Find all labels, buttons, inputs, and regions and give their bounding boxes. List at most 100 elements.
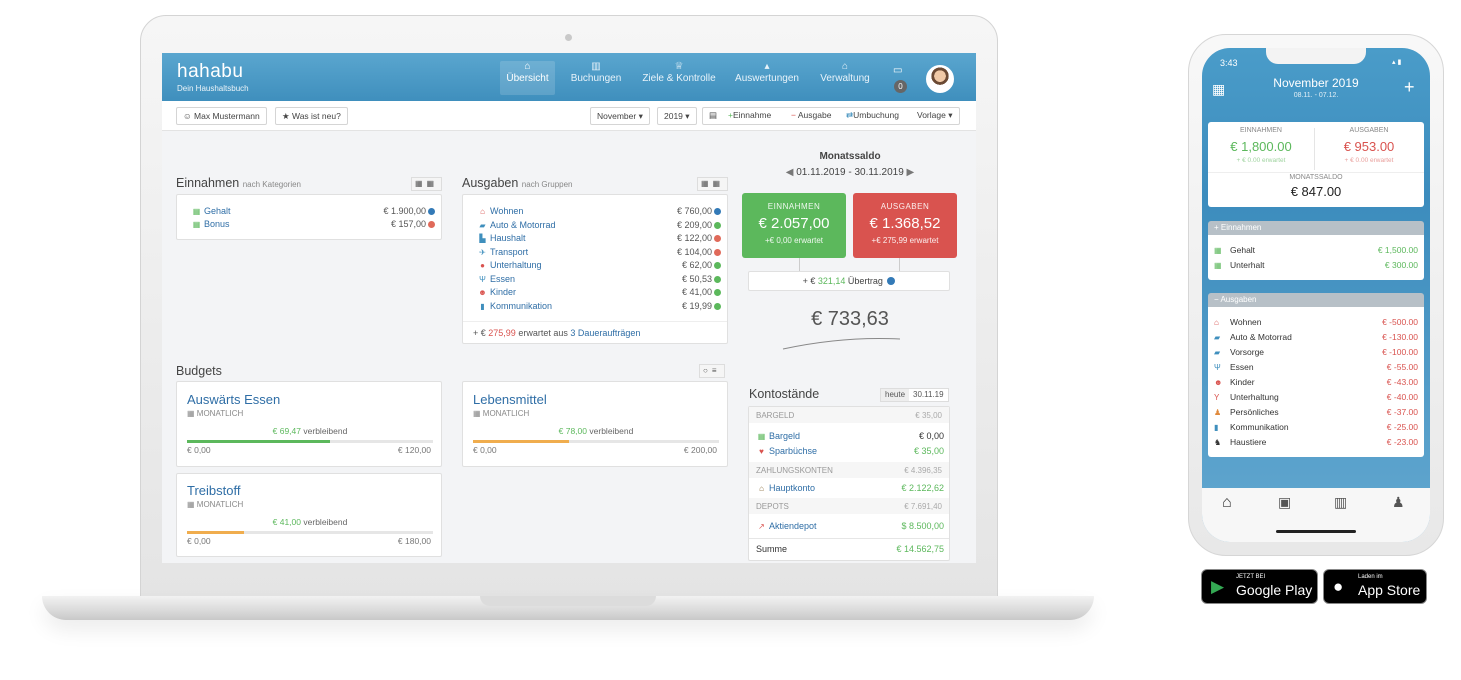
phone-row-value: € -37.00 (1386, 407, 1418, 417)
expense-row[interactable]: Ψ Essen € 50,53 (477, 273, 721, 286)
user-icon[interactable]: ♟ (1392, 494, 1405, 511)
expense-row[interactable]: ⌂ Wohnen € 760,00 (477, 205, 721, 218)
money-icon[interactable]: ▣ (1278, 494, 1291, 511)
money-icon: ▦ (1214, 246, 1222, 255)
nav-ziele[interactable]: ♕ Ziele & Kontrolle (638, 61, 720, 95)
play-icon: ▶ (1211, 577, 1225, 596)
stock-icon: ↗ (758, 522, 765, 531)
expense-value-wrap: € 62,00 (682, 259, 721, 272)
month-dropdown[interactable]: November ▾ (590, 107, 650, 125)
inbox-icon[interactable]: ▭ (893, 65, 902, 76)
next-period-icon[interactable]: ▶ (904, 167, 915, 178)
phone-expense-row[interactable]: ▰ Vorsorge € -100.00 (1208, 345, 1424, 360)
add-income-button[interactable]: +Einnahme (728, 107, 771, 125)
expense-value: € 104,00 (676, 246, 712, 257)
phone-expense-row[interactable]: ♟ Persönliches € -37.00 (1208, 405, 1424, 420)
saldo-expense-box[interactable]: AUSGABEN € 1.368,52 +€ 275,99 erwartet (853, 193, 957, 258)
budget-card[interactable]: Auswärts Essen ▦ MONATLICH € 69,47 verbl… (176, 381, 442, 467)
cutlery-icon: Ψ (479, 274, 486, 284)
phone-icon: ▮ (480, 301, 485, 311)
standing-orders-link[interactable]: 3 Daueraufträgen (570, 328, 640, 338)
account-row[interactable]: ↗ Aktiendepot $ 8.500,00 (756, 520, 944, 533)
bank-icon[interactable]: ▥ (1334, 494, 1347, 511)
income-row[interactable]: ▦ Bonus € 157,00 (191, 218, 435, 231)
phone-expense-row[interactable]: ▮ Kommunikation € -25.00 (1208, 420, 1424, 435)
nav-uebersicht[interactable]: ⌂ Übersicht (500, 61, 555, 95)
brand-logo[interactable]: hahabu (177, 61, 243, 83)
laptop-camera (565, 34, 572, 41)
income-view-toggle[interactable]: ▦▦ (411, 177, 443, 191)
phone-row-label: Kommunikation (1230, 422, 1289, 432)
info-icon[interactable] (887, 277, 896, 285)
home-icon[interactable]: ⌂ (1222, 494, 1232, 512)
account-row[interactable]: ♥ Sparbüchse € 35,00 (756, 445, 944, 458)
phone-income-row[interactable]: ▦ Gehalt € 1,500.00 (1208, 243, 1424, 258)
google-play-button[interactable]: ▶ JETZT BEI Google Play (1201, 569, 1318, 604)
laptop-notch (480, 596, 656, 606)
status-dot (714, 275, 721, 283)
accounts-title: Kontostände (749, 387, 820, 401)
calendar-icon: ▦ (187, 500, 197, 509)
nav-auswertungen[interactable]: ▴ Auswertungen (732, 61, 802, 95)
add-expense-button[interactable]: − Ausgabe (791, 107, 831, 125)
account-row[interactable]: ⌂ Hauptkonto € 2.122,62 (756, 482, 944, 495)
account-value: € 35,00 (913, 446, 944, 456)
budget-period: MONATLICH (482, 409, 530, 418)
expense-value: € 760,00 (676, 206, 712, 216)
apple-icon: ● (1333, 577, 1344, 596)
nav-verwaltung[interactable]: ⌂ Verwaltung (816, 61, 874, 95)
expense-value-wrap: € 50,53 (682, 273, 721, 286)
expense-view-toggle[interactable]: ▦▦ (697, 177, 729, 191)
phone-expense-row[interactable]: Y Unterhaltung € -40.00 (1208, 390, 1424, 405)
add-icon[interactable]: + (1404, 77, 1415, 98)
phone-expense-row[interactable]: ♞ Haustiere € -23.00 (1208, 435, 1424, 450)
remaining-label: verbleibend (589, 426, 634, 436)
budget-card[interactable]: Lebensmittel ▦ MONATLICH € 78,00 verblei… (462, 381, 728, 467)
document-icon[interactable]: ▤ (709, 107, 717, 125)
income-label: Bonus (204, 219, 230, 229)
budget-period: MONATLICH (196, 500, 244, 509)
income-row[interactable]: ▦ Gehalt € 1.900,00 (191, 205, 435, 218)
phone-expense-header[interactable]: − Ausgaben (1208, 293, 1424, 307)
user-icon: ☺ (183, 111, 195, 121)
user-button[interactable]: ☺ Max Mustermann (176, 107, 267, 125)
today-button[interactable]: heute (881, 389, 910, 401)
minus-icon: − (791, 110, 798, 120)
phone-expense-row[interactable]: ▰ Auto & Motorrad € -130.00 (1208, 330, 1424, 345)
expense-row[interactable]: ☻ Kinder € 41,00 (477, 286, 721, 299)
group-name: DEPOTS (756, 502, 789, 511)
expense-row[interactable]: ● Unterhaltung € 62,00 (477, 259, 721, 272)
budgets-view-toggle[interactable]: ○≡ (699, 364, 725, 378)
phone-income-row[interactable]: ▦ Unterhalt € 300.00 (1208, 258, 1424, 273)
budget-card[interactable]: Treibstoff ▦ MONATLICH € 41,00 verbleibe… (176, 473, 442, 557)
budget-remaining: € 41,00 verbleibend (177, 517, 443, 527)
prev-period-icon[interactable]: ◀ (786, 167, 796, 178)
phone-income-header[interactable]: + Einnahmen (1208, 221, 1424, 235)
avatar[interactable] (926, 65, 954, 93)
expense-label: Transport (490, 246, 529, 257)
phone-expense-row[interactable]: ☻ Kinder € -43.00 (1208, 375, 1424, 390)
transfer-button[interactable]: ⇄Umbuchung (846, 107, 899, 125)
year-dropdown[interactable]: 2019 ▾ (657, 107, 697, 125)
phone-row-label: Persönliches (1230, 407, 1279, 417)
whats-new-button[interactable]: ★ Was ist neu? (275, 107, 348, 125)
nav-buchungen[interactable]: ▥ Buchungen (566, 61, 626, 95)
saldo-income-box[interactable]: EINNAHMEN € 2.057,00 +€ 0,00 erwartet (742, 193, 846, 258)
expense-row[interactable]: ✈ Transport € 104,00 (477, 246, 721, 259)
expense-row[interactable]: ▙ Haushalt € 122,00 (477, 232, 721, 245)
accounts-sum-row: Summe € 14.562,75 (756, 543, 944, 556)
template-dropdown[interactable]: Vorlage ▾ (917, 107, 952, 125)
phone-expense-expected: + € 0.00 erwartet (1344, 157, 1394, 164)
piggy-icon: ♥ (759, 447, 764, 456)
accounts-date-picker[interactable]: heute 30.11.19 (880, 388, 949, 402)
income-section-title: Einnahmen nach Kategorien (176, 176, 301, 190)
phone-row-value: € -43.00 (1386, 377, 1418, 387)
account-row[interactable]: ▦ Bargeld € 0,00 (756, 430, 944, 443)
phone-expense-row[interactable]: Ψ Essen € -55.00 (1208, 360, 1424, 375)
add-income-label: Einnahme (732, 110, 772, 120)
expense-row[interactable]: ▮ Kommunikation € 19,99 (477, 300, 721, 313)
phone-expense-row[interactable]: ⌂ Wohnen € -500.00 (1208, 315, 1424, 330)
expense-label: Wohnen (490, 206, 524, 216)
app-store-button[interactable]: ● Laden im App Store (1323, 569, 1427, 604)
expense-row[interactable]: ▰ Auto & Motorrad € 209,00 (477, 219, 721, 232)
